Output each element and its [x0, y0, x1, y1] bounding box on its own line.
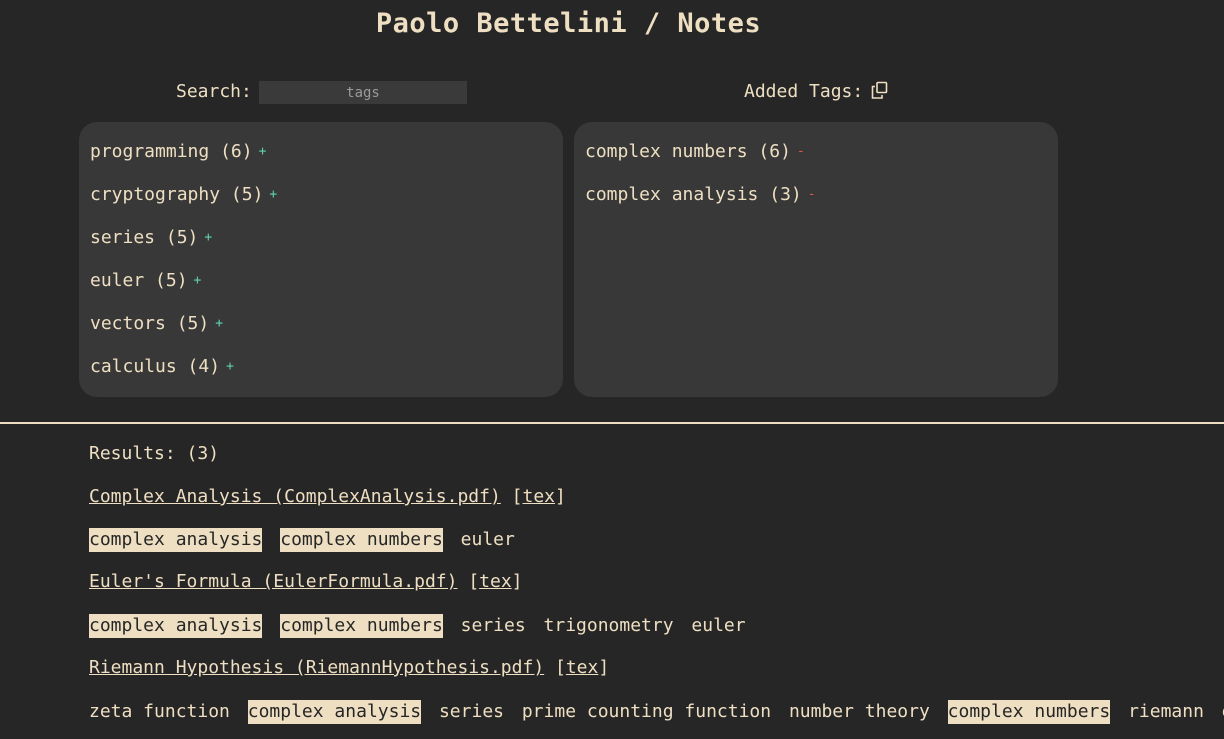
added-tag-complex-analysis: complex analysis (3) - [585, 184, 816, 205]
divider [0, 422, 1224, 424]
tag-count: (5) [155, 270, 188, 291]
tag-item-cryptography: cryptography (5) + [90, 184, 277, 205]
tag-label: complex analysis [585, 184, 759, 205]
tag-item-programming: programming (6) + [90, 141, 266, 162]
add-tag-button[interactable]: + [204, 230, 212, 245]
result-item: Euler's Formula (EulerFormula.pdf) [tex] [89, 571, 523, 592]
tag-label: vectors [90, 313, 166, 334]
result-tag[interactable]: prime counting function [522, 700, 771, 724]
tag-count: (6) [220, 141, 253, 162]
result-tag[interactable]: riemann [1128, 700, 1204, 724]
result-tag[interactable]: euler [691, 614, 745, 638]
tex-bracket: [tex] [511, 486, 566, 507]
tag-count: (3) [769, 184, 802, 205]
remove-tag-button[interactable]: - [797, 144, 805, 159]
tag-label: series [90, 227, 156, 248]
result-title-link[interactable]: Riemann Hypothesis (RiemannHypothesis.pd… [89, 657, 544, 678]
tex-bracket: [tex] [468, 571, 523, 592]
page-title: Paolo Bettelini / Notes [375, 8, 762, 39]
result-tags: zeta function complex analysis series pr… [89, 700, 1224, 724]
remove-tag-button[interactable]: - [808, 187, 816, 202]
result-tags: complex analysis complex numbers euler [89, 528, 522, 552]
result-title-link[interactable]: Euler's Formula (EulerFormula.pdf) [89, 571, 457, 592]
added-tag-complex-numbers: complex numbers (6) - [585, 141, 805, 162]
result-item: Riemann Hypothesis (RiemannHypothesis.pd… [89, 657, 609, 678]
result-tags: complex analysis complex numbers series … [89, 614, 753, 638]
tag-label: programming [90, 141, 210, 162]
result-tag[interactable]: number theory [789, 700, 930, 724]
tag-item-vectors: vectors (5) + [90, 313, 223, 334]
result-tag[interactable]: zeta function [89, 700, 230, 724]
tag-item-euler: euler (5) + [90, 270, 201, 291]
tag-item-calculus: calculus (4) + [90, 356, 234, 377]
result-item: Complex Analysis (ComplexAnalysis.pdf) [… [89, 486, 566, 507]
added-tags-panel: complex numbers (6) - complex analysis (3… [574, 122, 1058, 397]
tag-count: (4) [187, 356, 221, 377]
tag-label: euler [90, 270, 145, 291]
add-tag-button[interactable]: + [215, 316, 223, 331]
tag-label: cryptography [90, 184, 221, 205]
add-tag-button[interactable]: + [226, 359, 234, 374]
tex-bracket: [tex] [555, 657, 610, 678]
copy-icon[interactable] [871, 81, 888, 100]
result-title-link[interactable]: Complex Analysis (ComplexAnalysis.pdf) [89, 486, 501, 507]
add-tag-button[interactable]: + [269, 187, 277, 202]
result-tag[interactable]: series [439, 700, 504, 724]
tag-count: (5) [176, 313, 210, 334]
result-tag[interactable]: complex numbers [280, 614, 443, 638]
result-tag[interactable]: trigonometry [544, 614, 674, 638]
tag-item-series: series (5) + [90, 227, 212, 248]
tag-count: (5) [230, 184, 264, 205]
tag-label: complex numbers [585, 141, 748, 162]
added-tags-label: Added Tags: [744, 81, 864, 102]
tex-link[interactable]: tex [566, 657, 599, 678]
result-tag[interactable]: complex numbers [280, 528, 443, 552]
results-count: Results: (3) [89, 443, 220, 464]
result-tag[interactable]: complex numbers [947, 700, 1111, 724]
result-tag[interactable]: complex analysis [89, 528, 263, 552]
result-tag[interactable]: euler [461, 528, 515, 552]
result-tag[interactable]: series [461, 614, 526, 638]
tag-count: (5) [165, 227, 199, 248]
tex-link[interactable]: tex [523, 486, 556, 507]
result-tag[interactable]: complex analysis [89, 614, 263, 638]
available-tags-panel: programming (6) + cryptography (5) + serie… [79, 122, 563, 397]
tex-link[interactable]: tex [479, 571, 512, 592]
tag-label: calculus [90, 356, 177, 377]
add-tag-button[interactable]: + [259, 144, 267, 159]
tag-count: (6) [758, 141, 791, 162]
search-input[interactable] [259, 81, 467, 104]
search-label: Search: [176, 81, 252, 102]
result-tag[interactable]: complex analysis [247, 700, 422, 724]
add-tag-button[interactable]: + [194, 273, 202, 288]
